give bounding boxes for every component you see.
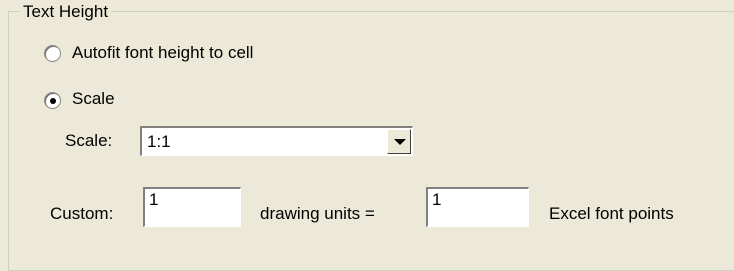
scale-option-label[interactable]: Scale (72, 89, 115, 109)
dropdown-button[interactable] (387, 129, 411, 154)
groupbox-title: Text Height (20, 2, 112, 21)
drawing-units-label: drawing units = (260, 204, 375, 223)
font-points-label: Excel font points (549, 204, 674, 223)
drawing-units-value: 1 (149, 190, 159, 209)
font-points-input[interactable]: 1 (426, 187, 529, 227)
scale-dropdown-value: 1:1 (147, 132, 171, 151)
font-points-value: 1 (432, 190, 442, 209)
custom-label: Custom: (50, 204, 114, 223)
radio-dot (50, 98, 56, 104)
scale-radio[interactable] (44, 92, 61, 109)
scale-dropdown[interactable]: 1:1 (140, 126, 413, 156)
autofit-label[interactable]: Autofit font height to cell (72, 43, 253, 63)
chevron-down-icon (394, 139, 406, 145)
scale-field-label: Scale: (65, 131, 113, 150)
drawing-units-input[interactable]: 1 (143, 187, 241, 227)
autofit-radio[interactable] (44, 45, 61, 62)
